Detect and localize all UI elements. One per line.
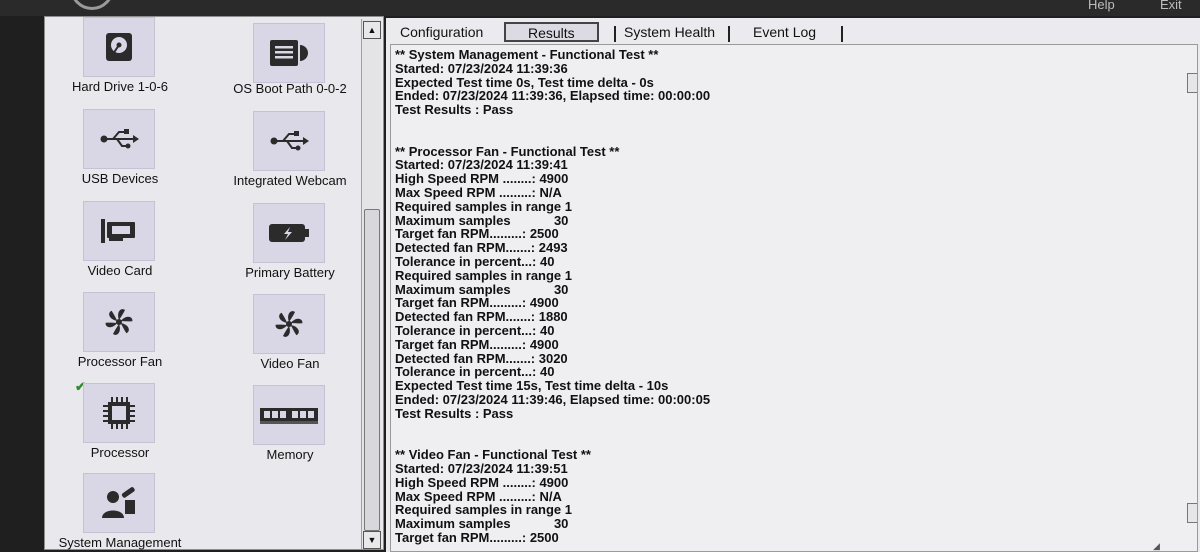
log-line: Max Speed RPM .........: N/A [395, 488, 562, 504]
processor-tile[interactable] [83, 383, 155, 443]
log-scroll-down[interactable] [1187, 503, 1197, 523]
log-line: Target fan RPM.........: 4900 [395, 295, 559, 311]
exit-link[interactable]: Exit [1160, 0, 1182, 12]
device-grid: Hard Drive 1-0-6 OS Boot Path 0-0-2 USB … [45, 17, 361, 550]
log-line: Target fan RPM.........: 2500 [395, 226, 559, 242]
tab-system-health[interactable]: System Health [624, 24, 715, 40]
usb-icon [270, 131, 309, 151]
scroll-down-button[interactable]: ▼ [363, 531, 381, 549]
log-line: ** Video Fan - Functional Test ** [395, 447, 591, 463]
memory-tile[interactable] [253, 385, 325, 445]
tab-separator [614, 26, 616, 42]
log-line: Required samples in range 1 [395, 502, 573, 518]
integrated-webcam-tile[interactable] [253, 111, 325, 171]
processor-fan-tile[interactable] [83, 292, 155, 352]
log-line: Max Speed RPM .........: N/A [395, 184, 562, 200]
log-line: High Speed RPM ........: 4900 [395, 171, 569, 187]
arrow-up-icon: ▲ [367, 24, 377, 35]
log-line: ** System Management - Functional Test *… [395, 47, 659, 62]
log-line: High Speed RPM ........: 4900 [395, 474, 569, 490]
usb-icon [100, 129, 139, 149]
log-line: Maximum samples 30 [395, 281, 569, 297]
log-scroll-up[interactable] [1187, 73, 1197, 93]
log-line: Test Results : Pass [395, 102, 514, 118]
log-line: Detected fan RPM.......: 2493 [395, 240, 568, 256]
log-line: Ended: 07/23/2024 11:39:46, Elapsed time… [395, 391, 711, 407]
tab-separator [841, 26, 843, 42]
results-log[interactable]: ** System Management - Functional Test *… [390, 44, 1198, 552]
results-log-text: ** System Management - Functional Test *… [395, 48, 710, 545]
log-line: Required samples in range 1 [395, 267, 573, 283]
tab-separator [728, 26, 730, 42]
tab-event-log[interactable]: Event Log [753, 24, 816, 40]
scroll-thumb[interactable] [364, 209, 380, 531]
tab-configuration[interactable]: Configuration [400, 24, 483, 40]
device-label: Hard Drive 1-0-6 [71, 79, 169, 94]
brand-logo [70, 0, 114, 10]
log-line: Expected Test time 15s, Test time delta … [395, 378, 669, 394]
device-label: Integrated Webcam [233, 173, 347, 188]
device-label: USB Devices [81, 171, 159, 186]
device-label: Video Card [87, 263, 153, 278]
device-label: Processor [90, 445, 150, 460]
tab-results[interactable]: Results [504, 22, 599, 42]
device-label: System Management [58, 535, 182, 550]
boot-path-icon [270, 40, 308, 66]
log-line: Started: 07/23/2024 11:39:51 [395, 460, 568, 476]
video-card-icon [101, 219, 135, 243]
device-label: Video Fan [260, 356, 320, 371]
fan-icon [105, 309, 133, 335]
device-label: Memory [266, 447, 314, 462]
log-line: Tolerance in percent...: 40 [395, 322, 555, 338]
device-label: OS Boot Path 0-0-2 [233, 81, 347, 96]
device-panel: Hard Drive 1-0-6 OS Boot Path 0-0-2 USB … [44, 16, 384, 550]
battery-icon [269, 224, 309, 242]
log-line: Tolerance in percent...: 40 [395, 364, 555, 380]
log-line: Expected Test time 0s, Test time delta -… [395, 74, 654, 90]
system-management-tile[interactable] [83, 473, 155, 533]
log-line: Target fan RPM.........: 4900 [395, 336, 559, 352]
hard-drive-icon [106, 33, 132, 61]
help-link[interactable]: Help [1088, 0, 1115, 12]
tab-bar: Configuration Results System Health Even… [386, 18, 1200, 44]
log-line: Started: 07/23/2024 11:39:41 [395, 157, 568, 173]
usb-devices-tile[interactable] [83, 109, 155, 169]
fan-icon [275, 311, 303, 337]
hard-drive-tile[interactable] [83, 17, 155, 77]
results-panel: Configuration Results System Health Even… [386, 18, 1200, 552]
log-line: Maximum samples 30 [395, 516, 569, 532]
log-line: Required samples in range 1 [395, 198, 573, 214]
resize-grip-icon: ◢ [1153, 541, 1160, 551]
device-label: Processor Fan [77, 354, 163, 369]
log-line: Test Results : Pass [395, 405, 514, 421]
log-line: ** Processor Fan - Functional Test ** [395, 143, 620, 159]
log-line: Started: 07/23/2024 11:39:36 [395, 60, 568, 76]
log-line: Target fan RPM.........: 2500 [395, 529, 559, 545]
device-panel-scrollbar[interactable]: ▲ ▼ [361, 19, 381, 549]
system-management-icon [102, 487, 135, 518]
memory-module-icon [260, 408, 318, 424]
arrow-down-icon: ▼ [367, 534, 377, 545]
log-line: Detected fan RPM.......: 1880 [395, 309, 568, 325]
video-card-tile[interactable] [83, 201, 155, 261]
primary-battery-tile[interactable] [253, 203, 325, 263]
processor-chip-icon [103, 397, 135, 429]
log-line: Detected fan RPM.......: 3020 [395, 350, 568, 366]
device-label: Primary Battery [245, 265, 335, 280]
top-bar: Help Exit [0, 0, 1200, 16]
boot-path-tile[interactable] [253, 23, 325, 83]
log-line: Maximum samples 30 [395, 212, 569, 228]
log-line: Ended: 07/23/2024 11:39:36, Elapsed time… [395, 88, 711, 104]
scroll-up-button[interactable]: ▲ [363, 21, 381, 39]
log-line: Tolerance in percent...: 40 [395, 253, 555, 269]
video-fan-tile[interactable] [253, 294, 325, 354]
